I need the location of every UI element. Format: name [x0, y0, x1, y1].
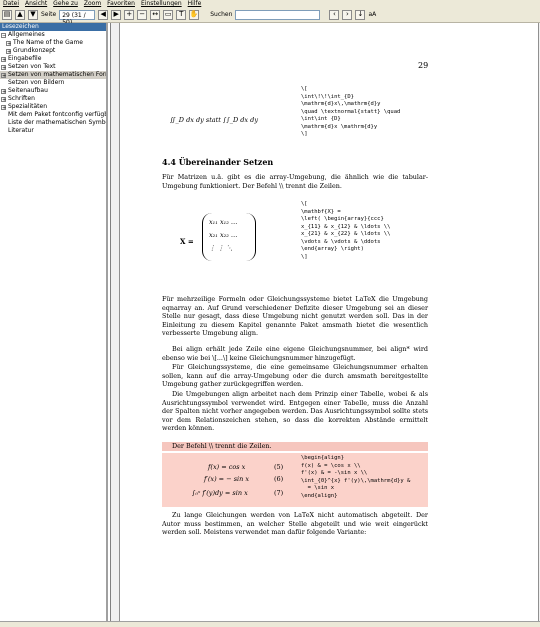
search-options-icon[interactable]: ↓ [355, 9, 366, 20]
bookmark-label: Setzen von mathematischen Formeln [8, 71, 106, 78]
bookmark-label: Spezialitäten [8, 103, 48, 110]
bookmark-item[interactable]: + Setzen von Text [0, 63, 106, 71]
search-input[interactable] [235, 9, 321, 20]
matrix-row: x₂₁ x₂₂ … [209, 231, 238, 239]
match-case-toggle[interactable]: aA [368, 11, 376, 18]
fit-page-icon[interactable]: ▭ [163, 9, 174, 20]
expand-icon[interactable]: + [1, 64, 6, 70]
intro-paragraph: Für Matrizen u.ä. gibt es die array-Umge… [162, 173, 428, 190]
bookmark-label: Eingabefile [8, 55, 42, 62]
forward-icon[interactable]: ▶ [111, 9, 122, 20]
expand-icon[interactable]: + [1, 104, 6, 110]
align-example-box: f(x) = cos x (5) f′(x) = − sin x (6) ∫₀ˣ… [162, 453, 428, 507]
top-math-formula: ∬_D dx dy statt ∫∫_D dx dy [170, 116, 258, 124]
next-page-icon[interactable]: ▼ [28, 9, 38, 20]
status-bar [0, 621, 540, 627]
menu-goto[interactable]: Gehe zu [50, 0, 81, 7]
sidebar-toggle-icon[interactable]: ▤ [2, 9, 12, 20]
expand-icon[interactable]: + [6, 40, 11, 46]
zoom-in-icon[interactable]: + [124, 9, 135, 20]
paragraph-eqnarray: Für mehrzeilige Formeln oder Gleichungss… [162, 295, 428, 338]
bookmark-item[interactable]: + Grundkonzept [0, 47, 106, 55]
menu-settings[interactable]: Einstellungen [138, 0, 185, 7]
document-viewer[interactable]: 29 ∬_D dx dy statt ∫∫_D dx dy \[ \int\!\… [110, 23, 540, 621]
bookmark-item[interactable]: Mit dem Paket fontconfig verfügbare Symb… [0, 111, 106, 119]
top-code-block: \[ \int\!\!\int_{D} \mathrm{d}x\,\mathrm… [301, 86, 401, 137]
bookmark-item[interactable]: + The Name of the Game [0, 39, 106, 47]
menu-zoom[interactable]: Zoom [81, 0, 104, 7]
bookmark-label: Allgemeines [8, 31, 45, 38]
collapse-icon[interactable]: − [1, 32, 6, 38]
search-next-icon[interactable]: › [342, 9, 353, 20]
align-code-block: \begin{align} f(x) & = \cos x \\ f'(x) &… [301, 455, 411, 499]
equation-number: (5) [274, 463, 284, 471]
bookmark-item[interactable]: + Eingabefile [0, 55, 106, 63]
search-previous-icon[interactable]: ‹ [329, 9, 340, 20]
toolbar: ▤ ▲ ▼ Seite 29 (31 / 50) ◀ ▶ + − ↔ ▭ T ✋… [0, 7, 540, 26]
search-label: Suchen [210, 11, 233, 18]
equation-number: (7) [274, 489, 284, 497]
bookmark-tree: − Allgemeines + The Name of the Game + Grundk… [0, 31, 106, 135]
bookmark-item[interactable]: +Setzen von mathematischen Formeln [0, 71, 106, 79]
bookmark-label: Literatur [8, 127, 34, 134]
matrix-row: ⋮ ⋮ ⋱ [209, 244, 233, 252]
paragraph-alignment: Die Umgebungen align arbeitet nach dem P… [162, 390, 428, 433]
paragraph-long-equations: Zu lange Gleichungen werden von LaTeX ni… [162, 511, 428, 537]
bookmark-item[interactable]: Liste der mathematischen Symbole [0, 119, 106, 127]
bookmark-item[interactable]: − Allgemeines [0, 31, 106, 39]
page-number: 29 [418, 61, 429, 70]
matrix-row: x₁₁ x₁₂ … [209, 218, 238, 226]
hand-tool-icon[interactable]: ✋ [189, 9, 200, 20]
menu-favorites[interactable]: Favoriten [104, 0, 138, 7]
previous-page-icon[interactable]: ▲ [15, 9, 25, 20]
bookmark-label: Grundkonzept [13, 47, 56, 54]
align-equation: f(x) = cos x [208, 463, 246, 471]
menu-bar: Datei Ansicht Gehe zu Zoom Favoriten Ein… [0, 0, 540, 7]
matrix-label: X = [180, 237, 194, 246]
bookmark-item[interactable]: Setzen von Bildern [0, 79, 106, 87]
bookmark-item[interactable]: + Seitenaufbau [0, 87, 106, 95]
expand-icon[interactable]: + [1, 72, 6, 78]
equation-number: (6) [274, 475, 284, 483]
bookmark-item[interactable]: Literatur [0, 127, 106, 135]
expand-icon[interactable]: + [6, 48, 11, 54]
page-number-field[interactable]: 29 (31 / 50) [59, 9, 96, 26]
bookmark-label: Setzen von Bildern [8, 79, 65, 86]
matrix: x₁₁ x₁₂ … x₂₁ x₂₂ … ⋮ ⋮ ⋱ [202, 213, 256, 261]
bookmark-item[interactable]: + Schriften [0, 95, 106, 103]
select-text-icon[interactable]: T [176, 9, 187, 20]
fit-width-icon[interactable]: ↔ [150, 9, 161, 20]
expand-icon[interactable]: + [1, 88, 6, 94]
bookmark-label: Seitenaufbau [8, 87, 48, 94]
sidebar-title: Lesezeichen [0, 23, 106, 31]
zoom-out-icon[interactable]: − [137, 9, 148, 20]
paragraph-gather: Für Gleichungssysteme, die eine gemeinsa… [162, 363, 428, 389]
bookmark-label: Setzen von Text [8, 63, 56, 70]
bookmark-label: Liste der mathematischen Symbole [8, 119, 106, 126]
pdf-page: 29 ∬_D dx dy statt ∫∫_D dx dy \[ \int\!\… [119, 23, 539, 621]
expand-icon[interactable]: + [1, 56, 6, 62]
bookmarks-sidebar: Lesezeichen − Allgemeines + The Name of the… [0, 23, 108, 621]
paragraph-align: Bei align erhält jede Zeile eine eigene … [162, 345, 428, 362]
menu-help[interactable]: Hilfe [185, 0, 205, 7]
bookmark-item[interactable]: + Spezialitäten [0, 103, 106, 111]
highlighted-text: Der Befehl \\ trennt die Zeilen. [162, 442, 428, 451]
align-equation: f′(x) = − sin x [204, 475, 250, 483]
bookmark-label: The Name of the Game [13, 39, 83, 46]
section-heading: 4.4 Übereinander Setzen [162, 157, 274, 167]
expand-icon[interactable]: + [1, 96, 6, 102]
align-equation: ∫₀ˣ f′(y)dy = sin x [192, 489, 248, 497]
page-label: Seite [41, 11, 57, 18]
back-icon[interactable]: ◀ [98, 9, 109, 20]
menu-file[interactable]: Datei [0, 0, 22, 7]
bookmark-label: Mit dem Paket fontconfig verfügbare Symb… [8, 111, 106, 118]
bookmark-label: Schriften [8, 95, 35, 102]
matrix-code-block: \[ \mathbf{X} = \left( \begin{array}{ccc… [301, 201, 391, 260]
menu-view[interactable]: Ansicht [22, 0, 50, 7]
